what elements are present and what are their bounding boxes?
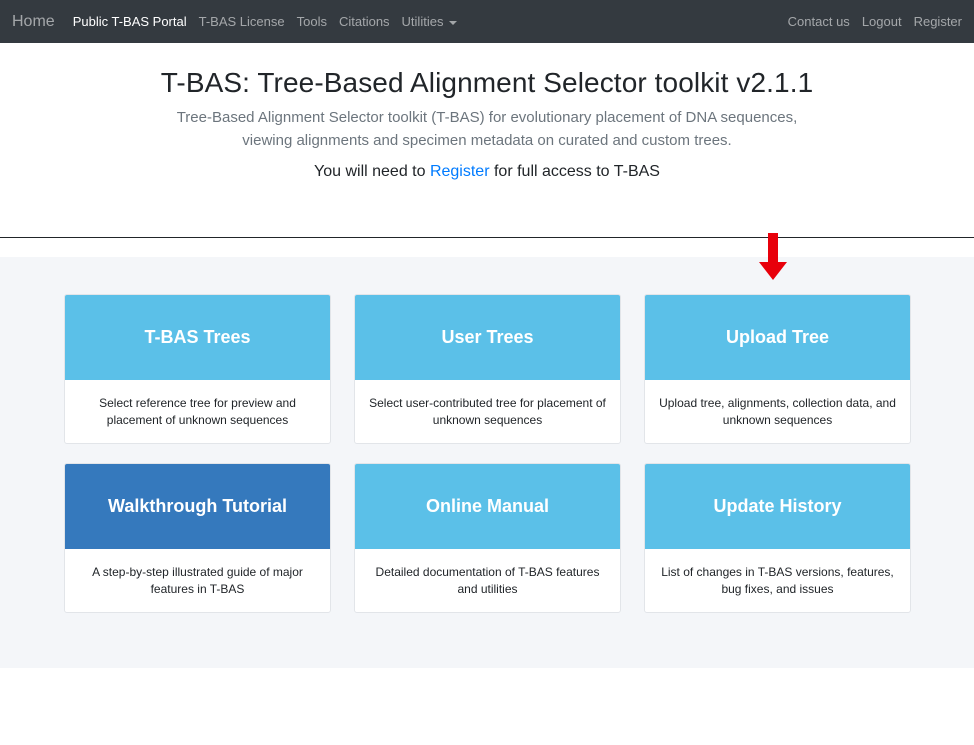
card-description: Select reference tree for preview and pl… <box>99 395 296 427</box>
card-title: T-BAS Trees <box>65 295 330 380</box>
nav-license[interactable]: T-BAS License <box>199 14 285 29</box>
nav-utilities-dropdown[interactable]: Utilities <box>402 14 458 29</box>
nav-register[interactable]: Register <box>914 14 962 29</box>
card-description: List of changes in T-BAS versions, featu… <box>661 564 894 596</box>
nav-tools[interactable]: Tools <box>297 14 327 29</box>
register-link[interactable]: Register <box>430 163 490 180</box>
page-subtitle: Tree-Based Alignment Selector toolkit (T… <box>176 109 798 149</box>
card-upload-tree[interactable]: Upload Tree Upload tree, alignments, col… <box>644 294 911 444</box>
register-prefix: You will need to <box>314 163 430 180</box>
nav-utilities-label: Utilities <box>401 14 444 29</box>
card-walkthrough-tutorial[interactable]: Walkthrough Tutorial A step-by-step illu… <box>64 463 331 613</box>
nav-contact[interactable]: Contact us <box>788 14 850 29</box>
page-title: T-BAS: Tree-Based Alignment Selector too… <box>160 67 814 98</box>
card-update-history[interactable]: Update History List of changes in T-BAS … <box>644 463 911 613</box>
card-online-manual[interactable]: Online Manual Detailed documentation of … <box>354 463 621 613</box>
page-header: T-BAS: Tree-Based Alignment Selector too… <box>0 43 974 237</box>
card-user-trees[interactable]: User Trees Select user-contributed tree … <box>354 294 621 444</box>
section-divider <box>0 237 974 238</box>
card-title: Online Manual <box>355 464 620 549</box>
card-title: User Trees <box>355 295 620 380</box>
card-title: Walkthrough Tutorial <box>65 464 330 549</box>
register-suffix: for full access to T-BAS <box>489 163 660 180</box>
top-navbar: Home Public T-BAS Portal T-BAS License T… <box>0 0 974 43</box>
nav-home-link[interactable]: Home <box>12 13 55 31</box>
nav-public-portal[interactable]: Public T-BAS Portal <box>73 14 187 29</box>
nav-right-group: Contact us Logout Register <box>776 14 962 29</box>
card-title: Upload Tree <box>645 295 910 380</box>
card-description: Select user-contributed tree for placeme… <box>369 395 606 427</box>
card-title: Update History <box>645 464 910 549</box>
red-down-arrow-icon <box>759 233 787 280</box>
caret-down-icon <box>449 20 458 25</box>
card-description: Upload tree, alignments, collection data… <box>659 395 896 427</box>
nav-citations[interactable]: Citations <box>339 14 390 29</box>
card-description: A step-by-step illustrated guide of majo… <box>92 564 303 596</box>
card-description: Detailed documentation of T-BAS features… <box>375 564 600 596</box>
card-tbas-trees[interactable]: T-BAS Trees Select reference tree for pr… <box>64 294 331 444</box>
register-prompt: You will need to Register for full acces… <box>0 163 974 181</box>
nav-logout[interactable]: Logout <box>862 14 902 29</box>
